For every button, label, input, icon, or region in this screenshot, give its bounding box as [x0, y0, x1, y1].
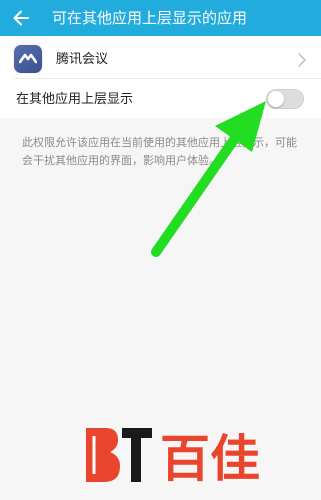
overlay-permission-label: 在其他应用上层显示: [16, 92, 134, 107]
app-name: 腾讯会议: [56, 52, 109, 67]
app-row[interactable]: 腾讯会议: [0, 42, 321, 78]
settings-card: 腾讯会议 在其他应用上层显示: [0, 36, 321, 118]
toggle-knob: [268, 91, 284, 107]
overlay-permission-row: 在其他应用上层显示: [0, 86, 321, 114]
page-title: 可在其他应用上层显示的应用: [52, 9, 248, 27]
divider: [14, 78, 321, 79]
arrow-left-icon[interactable]: [10, 7, 32, 29]
overlay-permission-toggle[interactable]: [266, 89, 304, 109]
permission-description: 此权限允许该应用在当前使用的其他应用上层显示，可能会干扰其他应用的界面，影响用户…: [22, 136, 297, 167]
tencent-meeting-logo-icon: [14, 45, 42, 73]
svg-text:百佳: 百佳: [160, 430, 260, 488]
chevron-right-icon: [298, 53, 306, 67]
baijia-watermark-logo: 百佳: [86, 428, 260, 488]
title-bar: 可在其他应用上层显示的应用: [0, 0, 321, 36]
